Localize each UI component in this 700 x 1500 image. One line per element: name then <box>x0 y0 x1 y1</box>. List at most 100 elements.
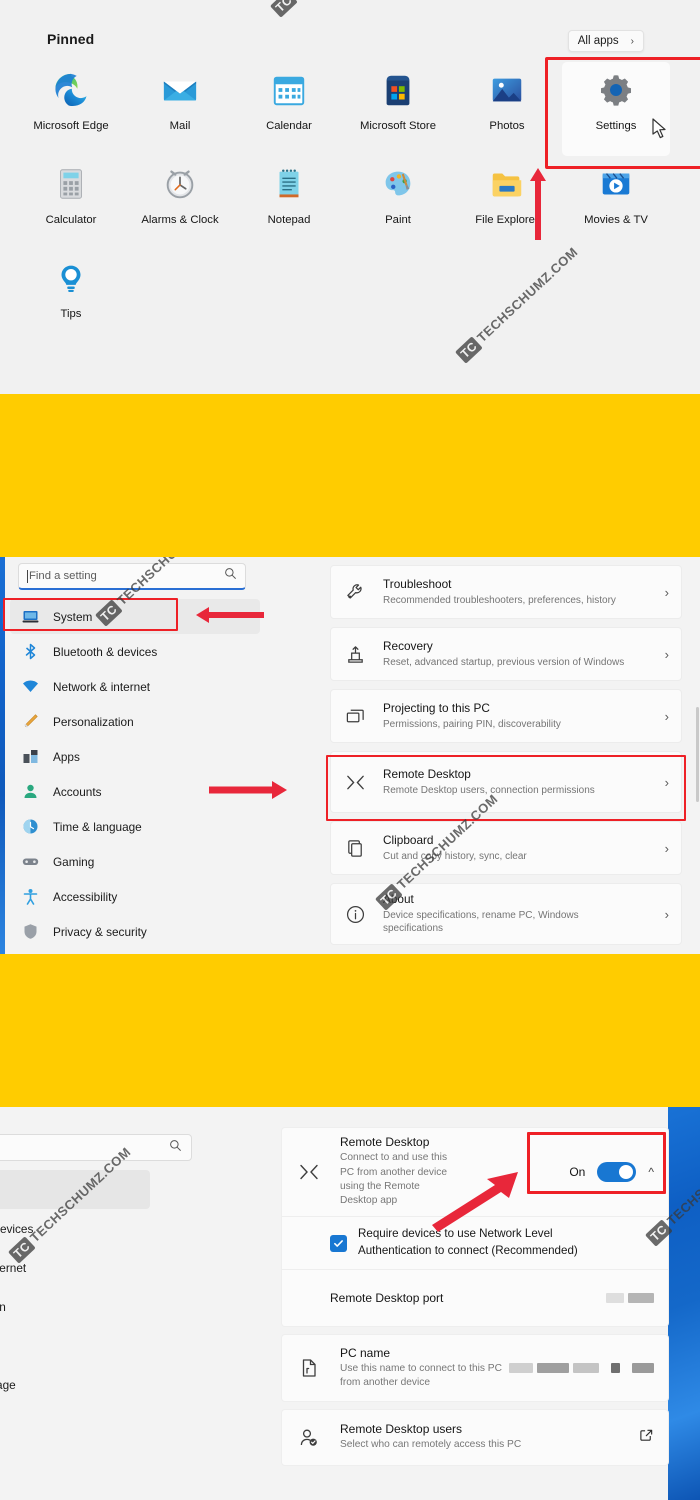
edge-icon <box>52 71 90 109</box>
mouse-cursor-icon <box>652 118 666 139</box>
screenshot-root: Pinned All apps › Microsoft Edge Mail Ca… <box>0 0 700 1500</box>
card-recovery[interactable]: Recovery Reset, advanced startup, previo… <box>330 627 682 681</box>
external-link-icon[interactable] <box>639 1428 654 1448</box>
sidebar-item-bluetooth-devices[interactable]: ooth & devices <box>0 1209 150 1248</box>
sidebar-item-network-internet[interactable]: Network & internet <box>10 669 260 704</box>
nla-checkbox[interactable] <box>330 1234 347 1252</box>
app-tile-settings[interactable]: Settings <box>562 62 670 156</box>
card-subtitle: Cut and copy history, sync, clear <box>383 850 527 862</box>
chevron-right-icon: › <box>630 35 634 47</box>
sidebar-item-accounts[interactable]: nts <box>0 1326 150 1365</box>
app-label: Alarms & Clock <box>141 214 219 226</box>
app-label: Settings <box>595 120 637 132</box>
pc-name-icon <box>298 1357 320 1379</box>
sidebar-item-label: Network & internet <box>53 679 151 694</box>
card-clipboard[interactable]: Clipboard Cut and copy history, sync, cl… <box>330 821 682 875</box>
sidebar-item-label: Accessibility <box>53 889 118 904</box>
sidebar-item-label: Bluetooth & devices <box>53 644 158 659</box>
remote-desktop-toggle-switch[interactable] <box>597 1162 637 1182</box>
sidebar-item-label: Apps <box>53 749 80 764</box>
sidebar-item-label: Privacy & security <box>53 924 147 939</box>
card-title: About <box>383 892 414 907</box>
search-input[interactable]: ting <box>0 1134 192 1161</box>
sidebar-item-gaming[interactable]: Gaming <box>10 844 260 879</box>
search-input[interactable]: Find a setting <box>18 563 246 590</box>
app-tile-notepad[interactable]: Notepad <box>235 156 343 250</box>
app-tile-paint[interactable]: Paint <box>344 156 452 250</box>
pc-name-text: PC name Use this name to connect to this… <box>340 1346 509 1391</box>
app-tile-microsoft-store[interactable]: Microsoft Store <box>344 62 452 156</box>
accessibility-icon <box>22 888 39 905</box>
chevron-right-icon: › <box>664 774 669 790</box>
sidebar-item-label: Gaming <box>53 854 95 869</box>
card-subtitle: Reset, advanced startup, previous versio… <box>383 656 625 668</box>
card-text: Projecting to this PC Permissions, pairi… <box>383 701 659 731</box>
chevron-right-icon: › <box>664 840 669 856</box>
app-tile-calculator[interactable]: Calculator <box>17 156 125 250</box>
chevron-up-icon[interactable]: ^ <box>648 1165 654 1179</box>
card-remote-desktop[interactable]: Remote Desktop Remote Desktop users, con… <box>330 751 682 813</box>
sidebar-item-bluetooth-devices[interactable]: Bluetooth & devices <box>10 634 260 669</box>
app-label: Notepad <box>267 214 311 226</box>
alarms-clock-icon <box>161 165 199 203</box>
settings-sidebar: System Bluetooth & devices Network & int… <box>10 599 260 949</box>
search-placeholder-partial: ting <box>0 1142 169 1154</box>
app-tile-calendar[interactable]: Calendar <box>235 62 343 156</box>
card-text: Recovery Reset, advanced startup, previo… <box>383 639 659 669</box>
app-tile-alarms-clock[interactable]: Alarms & Clock <box>126 156 234 250</box>
card-title: Projecting to this PC <box>383 700 490 715</box>
info-icon <box>345 904 366 925</box>
app-tile-tips[interactable]: Tips <box>17 250 125 344</box>
search-icon <box>169 1139 182 1157</box>
sidebar-item-personalization[interactable]: Personalization <box>10 704 260 739</box>
sidebar-item-gaming[interactable]: ng <box>0 1404 150 1443</box>
pinned-row-3: Tips <box>0 250 700 344</box>
card-title: Remote Desktop <box>383 766 471 781</box>
sidebar-item-time-language[interactable]: Time & language <box>10 809 260 844</box>
chevron-right-icon: › <box>664 708 669 724</box>
apps-icon <box>22 748 39 765</box>
sidebar-item-personalization[interactable]: nalization <box>0 1287 150 1326</box>
sidebar-item-accessibility[interactable]: Accessibility <box>10 879 260 914</box>
users-text: Remote Desktop users Select who can remo… <box>340 1422 639 1452</box>
toggle-knob <box>619 1165 634 1179</box>
system-highlight-box <box>3 598 178 631</box>
app-label: Calculator <box>45 214 97 226</box>
sidebar-item-apps[interactable]: Apps <box>10 739 260 774</box>
card-projecting-to-this-pc[interactable]: Projecting to this PC Permissions, pairi… <box>330 689 682 743</box>
app-tile-mail[interactable]: Mail <box>126 62 234 156</box>
wrench-icon <box>345 582 366 603</box>
app-label: Calendar <box>266 120 312 132</box>
card-subtitle: Recommended troubleshooters, preferences… <box>383 594 616 606</box>
app-tile-microsoft-edge[interactable]: Microsoft Edge <box>17 62 125 156</box>
scrollbar[interactable] <box>696 707 699 802</box>
all-apps-label: All apps <box>577 35 619 47</box>
row-pc-name[interactable]: PC name Use this name to connect to this… <box>281 1334 669 1402</box>
remote-desktop-settings-panel: ting m ooth & devices ork & internet nal… <box>0 1107 700 1500</box>
yellow-separator-band-1 <box>0 394 700 557</box>
annotation-arrow-diagonal <box>432 1172 518 1232</box>
remote-desktop-icon <box>345 772 366 793</box>
sidebar-item-time-language[interactable]: & language <box>0 1365 150 1404</box>
card-text: Remote Desktop Remote Desktop users, con… <box>383 767 659 797</box>
users-subtitle: Select who can remotely access this PC <box>340 1439 522 1451</box>
app-label: Tips <box>60 308 82 320</box>
sidebar-item-privacy-security[interactable]: Privacy & security <box>10 914 260 949</box>
card-about[interactable]: About Device specifications, rename PC, … <box>330 883 682 945</box>
app-tile-photos[interactable]: Photos <box>453 62 561 156</box>
sidebar-item-system[interactable]: m <box>0 1170 150 1209</box>
sidebar-item-label: Personalization <box>53 714 134 729</box>
calendar-icon <box>270 71 308 109</box>
app-tile-movies-tv[interactable]: Movies & TV <box>562 156 670 250</box>
card-title: Recovery <box>383 638 433 653</box>
row-remote-desktop-users[interactable]: Remote Desktop users Select who can remo… <box>281 1409 669 1466</box>
desktop-wallpaper-edge <box>668 1107 700 1500</box>
app-label: Microsoft Edge <box>33 120 109 132</box>
bluetooth-icon <box>22 643 39 660</box>
app-label: Microsoft Store <box>360 120 436 132</box>
sidebar-item-network-internet[interactable]: ork & internet <box>0 1248 150 1287</box>
remote-desktop-toggle-group[interactable]: On ^ <box>569 1162 654 1182</box>
all-apps-button[interactable]: All apps › <box>567 30 644 52</box>
card-troubleshoot[interactable]: Troubleshoot Recommended troubleshooters… <box>330 565 682 619</box>
app-label: Movies & TV <box>584 214 648 226</box>
